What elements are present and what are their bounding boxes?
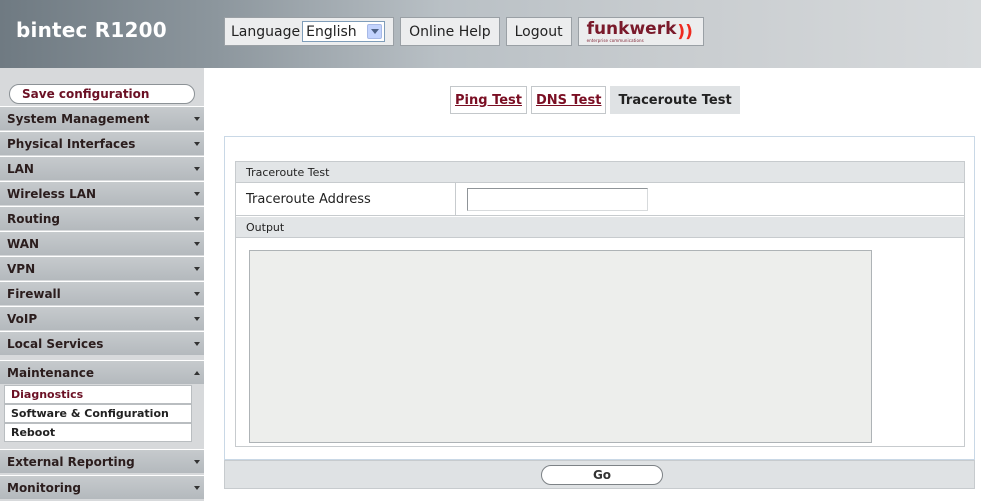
- logo-waves-icon: )): [677, 21, 693, 42]
- go-button[interactable]: Go: [541, 465, 663, 485]
- sidebar-item-label: VoIP: [7, 311, 38, 326]
- sidebar-item-label: Physical Interfaces: [7, 136, 136, 151]
- sidebar-item-routing[interactable]: Routing: [0, 206, 204, 230]
- sidebar-item-label: System Management: [7, 111, 150, 126]
- section-header-traceroute: Traceroute Test: [236, 162, 964, 183]
- sidebar-item-label: Wireless LAN: [7, 186, 97, 201]
- form-table: Traceroute Test Traceroute Address Outpu…: [235, 161, 965, 447]
- sidebar-item-firewall[interactable]: Firewall: [0, 281, 204, 305]
- sidebar-subitem-software-configuration[interactable]: Software & Configuration: [4, 404, 192, 423]
- chevron-down-icon: [194, 342, 200, 346]
- online-help-button[interactable]: Online Help: [400, 17, 500, 46]
- logo-text: funkwerk: [586, 18, 677, 39]
- sidebar-item-local-services[interactable]: Local Services: [0, 331, 204, 355]
- section-header-output: Output: [236, 217, 964, 238]
- action-bar: Go: [224, 460, 975, 489]
- chevron-down-icon[interactable]: [367, 24, 383, 39]
- sidebar-item-wan[interactable]: WAN: [0, 231, 204, 255]
- sidebar-subitem-label: Reboot: [11, 426, 56, 439]
- sidebar-item-system-management[interactable]: System Management: [0, 106, 204, 130]
- sidebar-subitem-reboot[interactable]: Reboot: [4, 423, 192, 442]
- sidebar: Save configuration System Management Phy…: [0, 68, 204, 501]
- save-configuration-button[interactable]: Save configuration: [9, 84, 195, 104]
- online-help-label: Online Help: [409, 23, 491, 40]
- sidebar-item-maintenance[interactable]: Maintenance: [0, 360, 204, 384]
- tab-traceroute-test[interactable]: Traceroute Test: [610, 86, 740, 114]
- sidebar-item-label: VPN: [7, 261, 36, 276]
- save-configuration-label: Save configuration: [22, 87, 150, 101]
- brand-title: bintec R1200: [16, 18, 167, 42]
- sidebar-item-external-reporting[interactable]: External Reporting: [0, 449, 204, 473]
- sidebar-subitem-diagnostics[interactable]: Diagnostics: [4, 385, 192, 404]
- sidebar-item-lan[interactable]: LAN: [0, 156, 204, 180]
- traceroute-address-row: Traceroute Address: [236, 183, 964, 216]
- sidebar-item-label: Local Services: [7, 336, 104, 351]
- chevron-down-icon: [194, 486, 200, 490]
- sidebar-item-label: Routing: [7, 211, 61, 226]
- sidebar-item-label: WAN: [7, 236, 40, 251]
- output-textarea[interactable]: [249, 250, 872, 443]
- language-label: Language: [231, 23, 301, 40]
- traceroute-address-label: Traceroute Address: [246, 192, 371, 207]
- sidebar-item-physical-interfaces[interactable]: Physical Interfaces: [0, 131, 204, 155]
- app-root: bintec R1200 Language English Online Hel…: [0, 0, 981, 501]
- sidebar-item-wireless-lan[interactable]: Wireless LAN: [0, 181, 204, 205]
- sidebar-item-label: Monitoring: [7, 480, 81, 495]
- tab-bar: Ping Test DNS Test Traceroute Test: [450, 86, 744, 114]
- tab-dns-test[interactable]: DNS Test: [530, 86, 607, 114]
- logout-label: Logout: [514, 23, 563, 40]
- content-panel: Traceroute Test Traceroute Address Outpu…: [224, 136, 975, 460]
- logo-text-group: funkwerk enterprise communications: [586, 18, 677, 43]
- tab-ping-test[interactable]: Ping Test: [450, 86, 527, 114]
- sidebar-subitem-label: Diagnostics: [11, 388, 84, 401]
- sidebar-item-voip[interactable]: VoIP: [0, 306, 204, 330]
- language-select[interactable]: English: [302, 21, 386, 42]
- chevron-down-icon: [194, 117, 200, 121]
- language-box: Language English: [224, 17, 395, 46]
- chevron-down-icon: [194, 192, 200, 196]
- chevron-down-icon: [194, 217, 200, 221]
- chevron-down-icon: [194, 317, 200, 321]
- chevron-down-icon: [194, 242, 200, 246]
- sidebar-subitem-label: Software & Configuration: [11, 407, 169, 420]
- row-divider: [455, 183, 456, 216]
- sidebar-item-label: Maintenance: [7, 365, 95, 380]
- sidebar-item-label: LAN: [7, 161, 34, 176]
- funkwerk-logo: funkwerk enterprise communications )): [577, 17, 704, 46]
- chevron-up-icon: [194, 371, 200, 375]
- traceroute-address-input[interactable]: [467, 188, 648, 211]
- header-toolbar: Language English Online Help Logout funk…: [224, 17, 710, 46]
- header: bintec R1200 Language English Online Hel…: [0, 0, 981, 68]
- sidebar-item-label: External Reporting: [7, 454, 135, 469]
- section-title: Traceroute Test: [246, 165, 330, 179]
- sidebar-item-vpn[interactable]: VPN: [0, 256, 204, 280]
- chevron-down-icon: [194, 167, 200, 171]
- chevron-down-icon: [194, 142, 200, 146]
- logo-subtitle: enterprise communications: [586, 37, 644, 43]
- sidebar-item-monitoring[interactable]: Monitoring: [0, 475, 204, 499]
- chevron-down-icon: [194, 267, 200, 271]
- language-selected-value: English: [306, 23, 357, 40]
- sidebar-item-label: Firewall: [7, 286, 61, 301]
- chevron-down-icon: [194, 460, 200, 464]
- go-label: Go: [592, 468, 612, 482]
- logout-button[interactable]: Logout: [505, 17, 572, 46]
- chevron-down-icon: [194, 292, 200, 296]
- output-title: Output: [246, 220, 285, 234]
